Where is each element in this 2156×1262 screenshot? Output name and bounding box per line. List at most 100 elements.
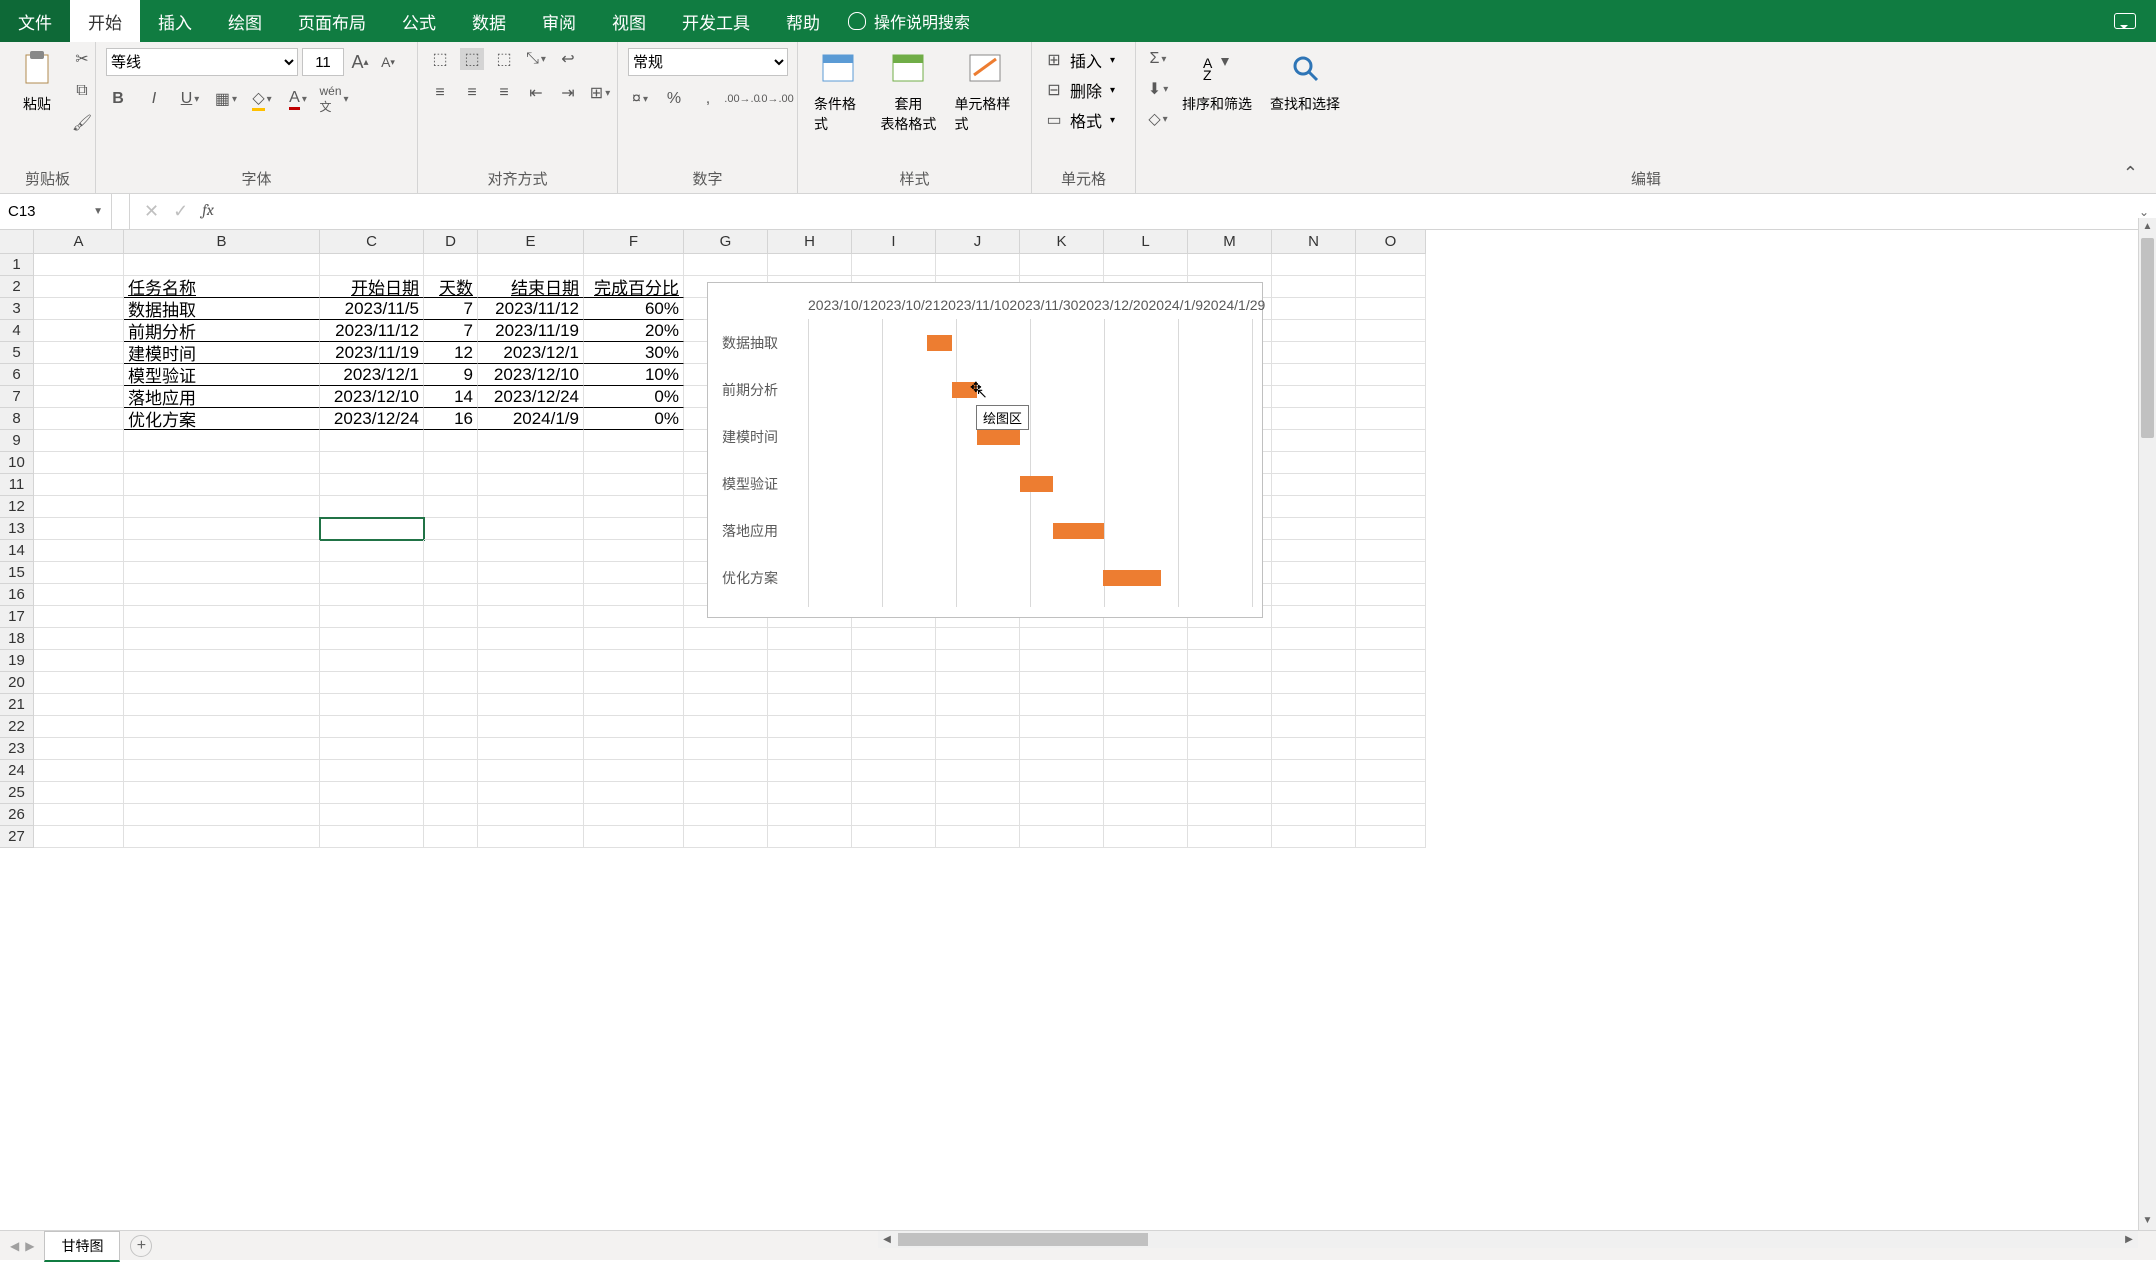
row-header[interactable]: 12 bbox=[0, 496, 34, 518]
cell[interactable] bbox=[1356, 496, 1426, 518]
cell[interactable] bbox=[320, 562, 424, 584]
cell[interactable] bbox=[124, 474, 320, 496]
cell[interactable] bbox=[1104, 650, 1188, 672]
cell[interactable] bbox=[936, 826, 1020, 848]
menu-tab-dev[interactable]: 开发工具 bbox=[664, 0, 768, 42]
cut-icon[interactable]: ✂ bbox=[70, 48, 94, 70]
cell[interactable] bbox=[1104, 804, 1188, 826]
cell[interactable] bbox=[34, 672, 124, 694]
cell[interactable] bbox=[124, 826, 320, 848]
cell[interactable] bbox=[584, 518, 684, 540]
cell[interactable] bbox=[320, 760, 424, 782]
cell[interactable] bbox=[320, 628, 424, 650]
row-header[interactable]: 8 bbox=[0, 408, 34, 430]
cell[interactable] bbox=[1356, 716, 1426, 738]
fill-color-icon[interactable]: ◇ bbox=[250, 88, 274, 110]
font-color-icon[interactable]: A bbox=[286, 88, 310, 110]
cell[interactable] bbox=[936, 738, 1020, 760]
cell[interactable]: 2023/11/19 bbox=[320, 342, 424, 364]
cell[interactable] bbox=[584, 452, 684, 474]
cell[interactable] bbox=[852, 694, 936, 716]
cell[interactable] bbox=[124, 804, 320, 826]
format-cells-button[interactable]: ▭格式▾ bbox=[1042, 108, 1115, 132]
cell[interactable] bbox=[1272, 628, 1356, 650]
cell[interactable] bbox=[584, 804, 684, 826]
cell[interactable] bbox=[768, 804, 852, 826]
cell[interactable] bbox=[34, 254, 124, 276]
cell[interactable] bbox=[936, 254, 1020, 276]
row-header[interactable]: 15 bbox=[0, 562, 34, 584]
scroll-right-icon[interactable]: ▶ bbox=[2120, 1231, 2138, 1248]
cell[interactable] bbox=[584, 254, 684, 276]
column-header[interactable]: B bbox=[124, 230, 320, 254]
cell[interactable] bbox=[852, 760, 936, 782]
cell[interactable] bbox=[478, 760, 584, 782]
cell[interactable] bbox=[320, 254, 424, 276]
cell[interactable] bbox=[424, 540, 478, 562]
cell[interactable] bbox=[1272, 738, 1356, 760]
increase-decimal-icon[interactable]: .00→.0 bbox=[730, 88, 754, 110]
row-header[interactable]: 19 bbox=[0, 650, 34, 672]
gantt-bar[interactable] bbox=[1103, 570, 1161, 586]
cell[interactable] bbox=[1356, 430, 1426, 452]
cell[interactable] bbox=[1356, 276, 1426, 298]
cell[interactable]: 2023/11/12 bbox=[478, 298, 584, 320]
cell[interactable] bbox=[684, 760, 768, 782]
cell[interactable] bbox=[320, 452, 424, 474]
cell[interactable] bbox=[1272, 452, 1356, 474]
cell[interactable] bbox=[1272, 672, 1356, 694]
cell[interactable] bbox=[424, 826, 478, 848]
cell[interactable] bbox=[768, 760, 852, 782]
orientation-icon[interactable]: ⤡ bbox=[524, 48, 548, 70]
cell[interactable] bbox=[584, 628, 684, 650]
cell[interactable] bbox=[424, 804, 478, 826]
cell[interactable] bbox=[584, 606, 684, 628]
row-header[interactable]: 9 bbox=[0, 430, 34, 452]
font-size-input[interactable] bbox=[302, 48, 344, 76]
cell[interactable] bbox=[768, 716, 852, 738]
cell[interactable] bbox=[1272, 364, 1356, 386]
cell[interactable] bbox=[124, 562, 320, 584]
cell[interactable] bbox=[34, 298, 124, 320]
row-header[interactable]: 22 bbox=[0, 716, 34, 738]
cell[interactable] bbox=[1020, 826, 1104, 848]
cell[interactable] bbox=[684, 826, 768, 848]
percent-icon[interactable]: % bbox=[662, 88, 686, 110]
cell[interactable] bbox=[584, 672, 684, 694]
cell[interactable]: 2023/12/24 bbox=[478, 386, 584, 408]
collapse-ribbon-icon[interactable]: ⌃ bbox=[2123, 163, 2138, 184]
cell[interactable] bbox=[34, 650, 124, 672]
cell[interactable] bbox=[424, 738, 478, 760]
cell[interactable] bbox=[584, 694, 684, 716]
align-left-icon[interactable]: ≡ bbox=[428, 82, 452, 104]
cell[interactable] bbox=[936, 804, 1020, 826]
cell[interactable] bbox=[124, 430, 320, 452]
cell[interactable] bbox=[852, 672, 936, 694]
scroll-up-icon[interactable]: ▲ bbox=[2139, 218, 2156, 236]
cell[interactable] bbox=[124, 254, 320, 276]
increase-font-icon[interactable]: A▴ bbox=[348, 51, 372, 73]
cell[interactable]: 20% bbox=[584, 320, 684, 342]
cell[interactable] bbox=[1272, 430, 1356, 452]
cell[interactable] bbox=[424, 518, 478, 540]
cell[interactable] bbox=[768, 694, 852, 716]
cell[interactable]: 模型验证 bbox=[124, 364, 320, 386]
column-header[interactable]: H bbox=[768, 230, 852, 254]
row-header[interactable]: 4 bbox=[0, 320, 34, 342]
menu-tab-view[interactable]: 视图 bbox=[594, 0, 664, 42]
cell[interactable] bbox=[936, 694, 1020, 716]
cell[interactable] bbox=[478, 672, 584, 694]
select-all-corner[interactable] bbox=[0, 230, 34, 254]
column-header[interactable]: O bbox=[1356, 230, 1426, 254]
cell[interactable] bbox=[1356, 628, 1426, 650]
cell[interactable] bbox=[1272, 606, 1356, 628]
cell[interactable] bbox=[320, 738, 424, 760]
cell[interactable] bbox=[478, 584, 584, 606]
cell[interactable] bbox=[124, 540, 320, 562]
cell[interactable] bbox=[1272, 342, 1356, 364]
menu-tab-home[interactable]: 开始 bbox=[70, 0, 140, 42]
cell[interactable] bbox=[584, 650, 684, 672]
cell[interactable] bbox=[584, 474, 684, 496]
cell[interactable] bbox=[478, 430, 584, 452]
cell[interactable] bbox=[584, 430, 684, 452]
